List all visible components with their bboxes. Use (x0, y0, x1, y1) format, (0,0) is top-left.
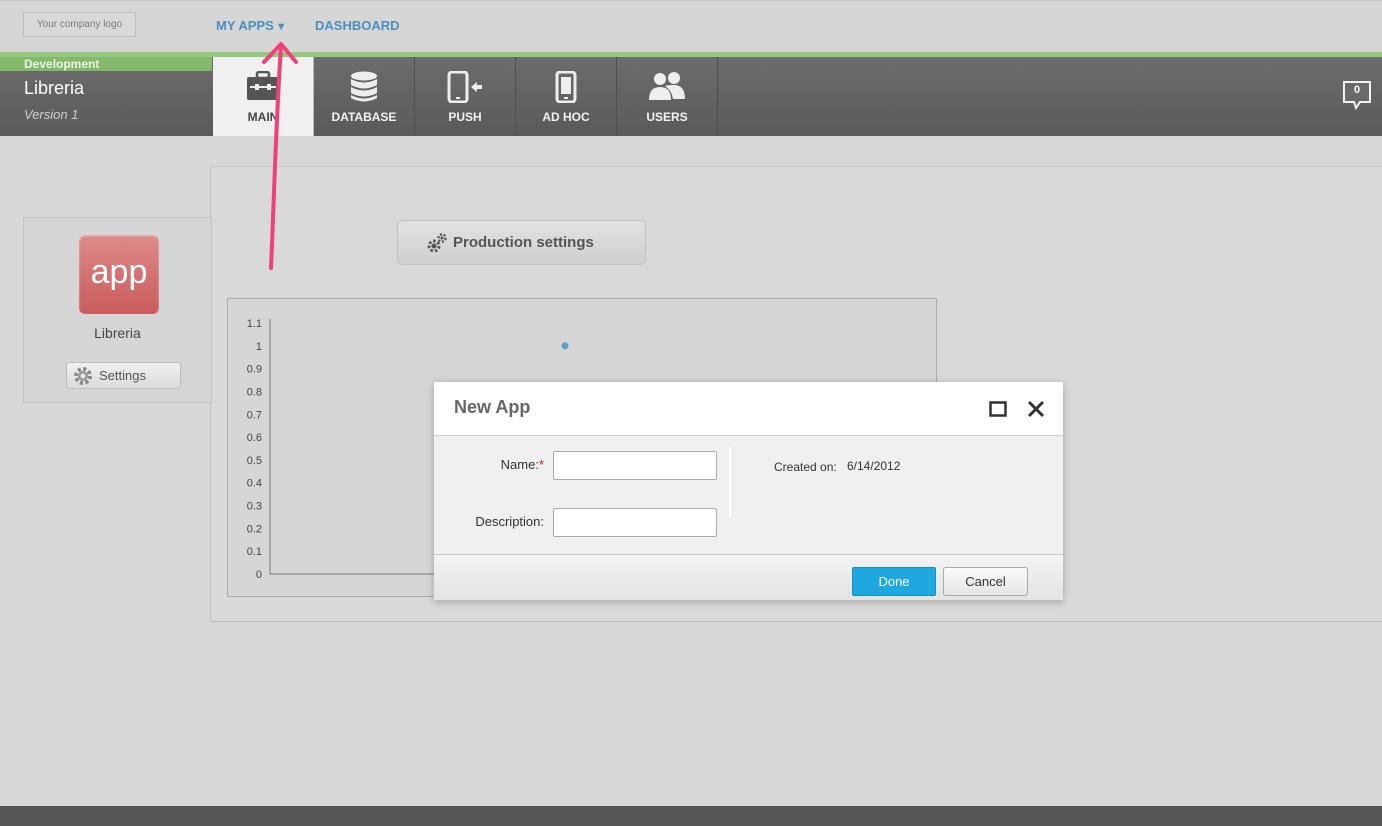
name-field-label: Name:* (464, 457, 544, 472)
page-footer (0, 806, 1382, 826)
y-tick-label: 0.9 (247, 364, 262, 376)
description-field[interactable] (553, 508, 717, 537)
nav-my-apps-label: MY APPS (216, 18, 274, 33)
app-card-name: Libreria (94, 325, 141, 341)
app-icon: app (79, 235, 159, 314)
nav-my-apps[interactable]: MY APPS ▼ (216, 18, 287, 33)
app-card: app Libreria Settings (23, 217, 212, 403)
y-tick-label: 1.1 (247, 318, 262, 330)
gear-icon (74, 367, 92, 385)
app-title: Libreria (24, 78, 85, 98)
maximize-icon[interactable] (989, 401, 1007, 417)
company-logo: Your company logo (23, 12, 136, 37)
y-tick-label: 0.3 (247, 501, 262, 513)
description-field-label: Description: (475, 514, 544, 529)
name-field[interactable] (553, 451, 717, 480)
tab-users[interactable]: USERS (617, 57, 718, 136)
phone-push-icon (447, 71, 482, 103)
nav-dashboard[interactable]: DASHBOARD (315, 18, 400, 33)
y-tick-label: 0.6 (247, 432, 262, 444)
tab-push-label: PUSH (448, 110, 482, 124)
y-tick-label: 0.4 (247, 478, 262, 490)
caret-down-icon: ▼ (275, 21, 287, 33)
y-tick-label: 0.7 (247, 409, 262, 421)
tab-push[interactable]: PUSH (415, 57, 516, 136)
y-tick-label: 1 (256, 341, 262, 353)
created-on-value: 6/14/2012 (847, 459, 901, 473)
cancel-button[interactable]: Cancel (943, 567, 1028, 596)
dialog-header: New App (434, 382, 1063, 436)
environment-badge: Development (0, 57, 212, 71)
notifications-button[interactable]: 0 (1342, 80, 1372, 115)
tab-main-label: MAIN (247, 110, 279, 124)
app-version: Version 1 (24, 107, 79, 122)
new-app-dialog: New App Name:* Description: Created on: … (434, 382, 1063, 600)
top-bar (0, 0, 1382, 52)
tab-main[interactable]: MAIN (213, 57, 314, 136)
production-settings-button[interactable]: Production settings (397, 220, 646, 265)
section-tabs: MAIN DATABASE PUSH AD HOC USERS (213, 57, 718, 136)
created-on-label: Created on: (774, 460, 837, 474)
name-label-text: Name: (500, 457, 539, 472)
y-tick-label: 0.8 (247, 386, 262, 398)
dialog-title: New App (454, 397, 531, 417)
tab-ad-hoc[interactable]: AD HOC (516, 57, 617, 136)
required-marker: * (538, 457, 544, 472)
gears-icon (427, 233, 447, 253)
y-tick-label: 0.1 (247, 546, 262, 558)
phone-icon (555, 71, 577, 103)
y-tick-label: 0 (256, 569, 262, 581)
done-button[interactable]: Done (852, 567, 936, 596)
tab-database-label: DATABASE (331, 110, 397, 124)
settings-button-label: Settings (99, 368, 146, 383)
tab-users-label: USERS (646, 110, 688, 124)
settings-button[interactable]: Settings (66, 362, 181, 389)
dialog-divider (729, 447, 731, 517)
users-icon (649, 72, 685, 100)
production-settings-label: Production settings (453, 234, 594, 251)
data-point (561, 342, 569, 350)
tab-ad-hoc-label: AD HOC (542, 110, 590, 124)
y-tick-label: 0.5 (247, 455, 262, 467)
dialog-footer: Done Cancel (434, 554, 1063, 600)
briefcase-icon (247, 71, 279, 100)
notification-count: 0 (1353, 84, 1361, 96)
tab-database[interactable]: DATABASE (314, 57, 415, 136)
database-icon (351, 71, 377, 102)
y-tick-label: 0.2 (247, 523, 262, 535)
close-icon[interactable] (1027, 400, 1045, 418)
